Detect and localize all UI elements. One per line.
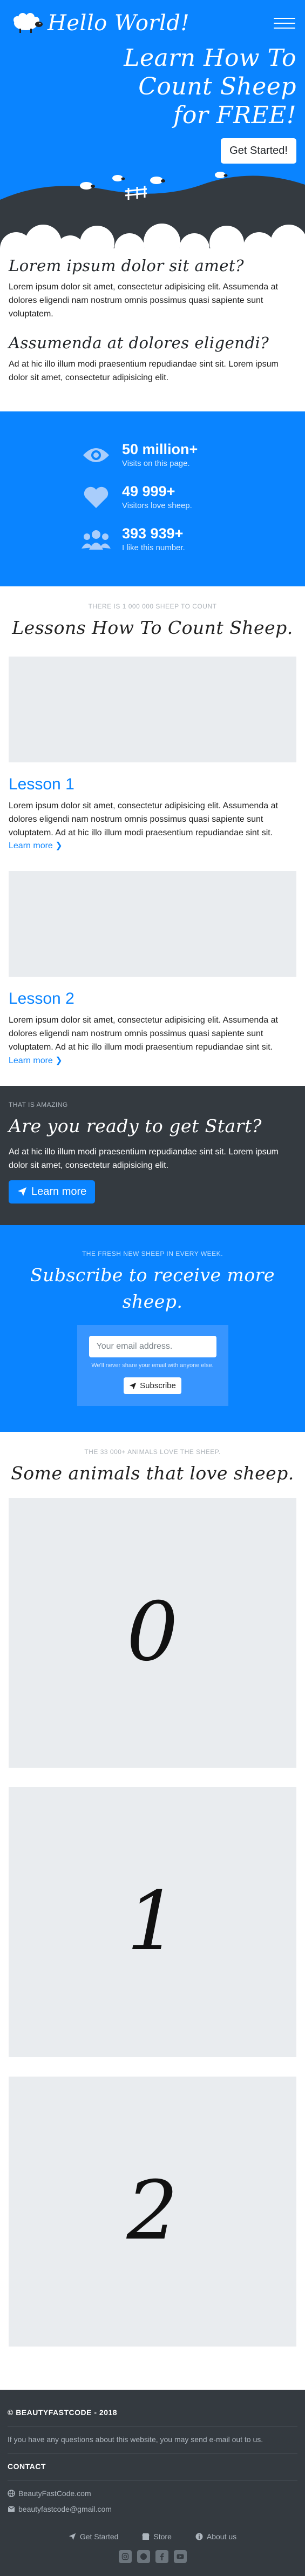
subscribe-section: THE FRESH NEW SHEEP IN EVERY WEEK. Subsc… bbox=[0, 1225, 305, 1432]
lesson-text: Lorem ipsum dolor sit amet, consectetur … bbox=[9, 1016, 278, 1052]
intro-section: Lorem ipsum dolor sit amet? Lorem ipsum … bbox=[0, 254, 305, 411]
stat-number: 393 939+ I like this number. bbox=[0, 518, 305, 560]
hamburger-menu-icon[interactable] bbox=[274, 12, 295, 34]
stat-value: 393 939+ bbox=[122, 525, 184, 542]
subscribe-title: Subscribe to receive more sheep. bbox=[30, 1264, 275, 1313]
navbar: Hello World! bbox=[0, 0, 305, 46]
globe-icon bbox=[8, 2490, 15, 2497]
paper-plane-icon bbox=[129, 1382, 137, 1389]
lesson-card: Lesson 1 Lorem ipsum dolor sit amet, con… bbox=[0, 656, 305, 871]
instagram-icon[interactable] bbox=[118, 2550, 132, 2563]
footer-nav-label: About us bbox=[206, 2532, 237, 2541]
footer-nav-label: Store bbox=[153, 2532, 172, 2541]
info-icon bbox=[195, 2533, 203, 2540]
learn-more-button-label: Learn more bbox=[31, 1185, 87, 1198]
brand-link[interactable]: Hello World! bbox=[10, 7, 189, 39]
social-links bbox=[8, 2550, 297, 2563]
animals-section: THE 33 000+ ANIMALS LOVE THE SHEEP. Some… bbox=[0, 1432, 305, 2390]
facebook-icon[interactable] bbox=[155, 2550, 168, 2563]
ready-text: Ad at hic illo illum modi praesentium re… bbox=[9, 1147, 279, 1171]
brand-name: Hello World! bbox=[48, 11, 190, 36]
paper-plane-icon bbox=[69, 2533, 76, 2540]
github-icon[interactable] bbox=[137, 2550, 150, 2563]
learn-more-label: Learn more bbox=[9, 1056, 53, 1065]
envelope-icon bbox=[8, 2506, 15, 2512]
animal-card-label: 2 bbox=[126, 2164, 179, 2259]
stat-value: 50 million+ bbox=[122, 441, 198, 457]
animal-card: 0 bbox=[9, 1497, 296, 1768]
footer: © BEAUTYFASTCODE - 2018 If you have any … bbox=[0, 2389, 305, 2576]
hills-illustration bbox=[0, 172, 305, 254]
stat-label: I like this number. bbox=[122, 543, 185, 552]
subscribe-form: We'll never share your email with anyone… bbox=[77, 1324, 228, 1407]
lesson-title: Lesson 1 bbox=[9, 775, 74, 793]
animals-title: Some animals that love sheep. bbox=[11, 1463, 294, 1484]
intro-paragraph-2: Ad at hic illo illum modi praesentium re… bbox=[9, 359, 279, 382]
stat-value: 49 999+ bbox=[122, 483, 175, 499]
intro-heading-2: Assumenda at dolores eligendi? bbox=[9, 333, 269, 352]
stat-love: 49 999+ Visitors love sheep. bbox=[0, 476, 305, 518]
intro-heading-1: Lorem ipsum dolor sit amet? bbox=[9, 256, 245, 275]
footer-nav-about[interactable]: About us bbox=[195, 2531, 236, 2543]
footer-nav: Get Started Store About us bbox=[8, 2531, 297, 2543]
ready-kicker: THAT IS AMAZING bbox=[9, 1100, 68, 1108]
lessons-section: THERE IS 1 000 000 SHEEP TO COUNT Lesson… bbox=[0, 586, 305, 1085]
paper-plane-icon bbox=[18, 1187, 26, 1196]
contact-title: CONTACT bbox=[8, 2462, 46, 2471]
lesson-card: Lesson 2 Lorem ipsum dolor sit amet, con… bbox=[0, 871, 305, 1085]
hero-section: Hello World! Learn How To Count Sheep fo… bbox=[0, 0, 305, 254]
users-icon bbox=[81, 524, 111, 555]
lesson-image-placeholder bbox=[9, 871, 296, 977]
learn-more-link[interactable]: Learn more ❯ bbox=[9, 1054, 63, 1067]
ready-title: Are you ready to get Start? bbox=[9, 1115, 262, 1137]
shop-icon bbox=[142, 2533, 150, 2540]
animal-card: 2 bbox=[9, 2076, 296, 2347]
stats-section: 50 million+ Visits on this page. 49 999+… bbox=[0, 411, 305, 587]
footer-nav-store[interactable]: Store bbox=[142, 2531, 172, 2543]
lesson-image-placeholder bbox=[9, 656, 296, 762]
animal-card-label: 1 bbox=[126, 1875, 179, 1969]
chevron-right-icon: ❯ bbox=[55, 1056, 63, 1065]
hero-title: Learn How To Count Sheep for FREE! bbox=[124, 44, 296, 129]
animal-card: 1 bbox=[9, 1787, 296, 2057]
intro-paragraph-1: Lorem ipsum dolor sit amet, consectetur … bbox=[9, 282, 278, 319]
footer-about: If you have any questions about this web… bbox=[8, 2435, 263, 2444]
learn-more-label: Learn more bbox=[9, 841, 53, 851]
contact-website: BeautyFastCode.com bbox=[18, 2489, 91, 2498]
contact-website-link[interactable]: BeautyFastCode.com bbox=[8, 2488, 297, 2499]
ready-section: THAT IS AMAZING Are you ready to get Sta… bbox=[0, 1085, 305, 1225]
animals-kicker: THE 33 000+ ANIMALS LOVE THE SHEEP. bbox=[84, 1448, 221, 1456]
eye-icon bbox=[81, 440, 111, 470]
animal-card-label: 0 bbox=[126, 1585, 179, 1680]
lessons-title: Lessons How To Count Sheep. bbox=[12, 617, 293, 639]
subscribe-button-label: Subscribe bbox=[140, 1381, 176, 1391]
sheep-logo-icon bbox=[13, 13, 43, 33]
lessons-kicker: THERE IS 1 000 000 SHEEP TO COUNT bbox=[88, 603, 217, 611]
lesson-text: Lorem ipsum dolor sit amet, consectetur … bbox=[9, 801, 278, 837]
chevron-right-icon: ❯ bbox=[55, 841, 63, 851]
youtube-icon[interactable] bbox=[173, 2550, 187, 2563]
stat-label: Visitors love sheep. bbox=[122, 501, 192, 510]
stat-visits: 50 million+ Visits on this page. bbox=[0, 434, 305, 476]
footer-copyright: © BEAUTYFASTCODE - 2018 bbox=[8, 2408, 118, 2417]
learn-more-button[interactable]: Learn more bbox=[9, 1180, 96, 1204]
lesson-title: Lesson 2 bbox=[9, 990, 74, 1008]
subscribe-kicker: THE FRESH NEW SHEEP IN EVERY WEEK. bbox=[82, 1249, 223, 1257]
footer-nav-label: Get Started bbox=[79, 2532, 119, 2541]
heart-icon bbox=[81, 482, 111, 512]
contact-email-link[interactable]: beautyfastcode@gmail.com bbox=[8, 2504, 297, 2515]
get-started-button[interactable]: Get Started! bbox=[221, 138, 296, 164]
email-field[interactable] bbox=[89, 1335, 216, 1357]
email-help-text: We'll never share your email with anyone… bbox=[91, 1362, 214, 1369]
contact-email: beautyfastcode@gmail.com bbox=[18, 2504, 112, 2513]
footer-nav-get-started[interactable]: Get Started bbox=[69, 2531, 119, 2543]
learn-more-link[interactable]: Learn more ❯ bbox=[9, 840, 63, 853]
subscribe-button[interactable]: Subscribe bbox=[124, 1377, 181, 1395]
stat-label: Visits on this page. bbox=[122, 458, 190, 468]
